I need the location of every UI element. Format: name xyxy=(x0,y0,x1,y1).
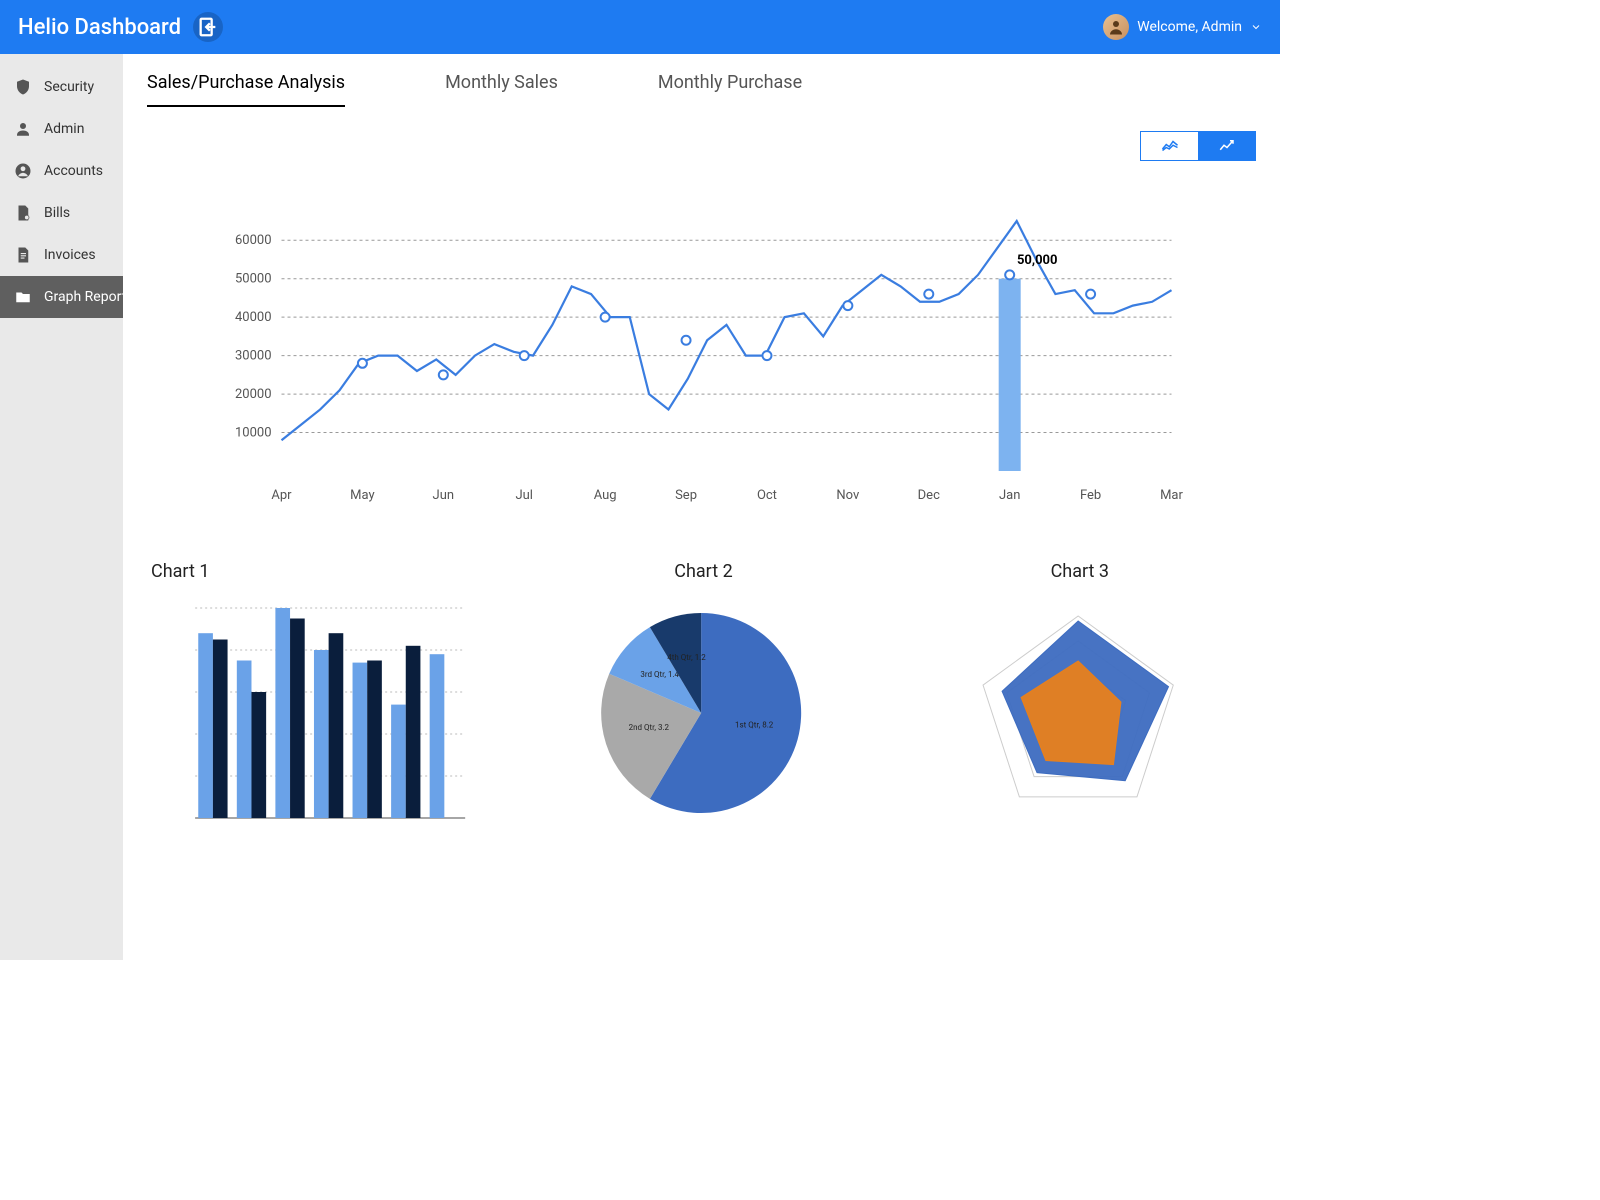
svg-text:Jun: Jun xyxy=(433,488,455,503)
sidebar-item-label: Admin xyxy=(44,121,84,137)
chart-1: Chart 1 xyxy=(147,561,503,832)
chart-3: Chart 3 xyxy=(900,561,1256,832)
account-icon xyxy=(14,162,32,180)
tabs: Sales/Purchase Analysis Monthly Sales Mo… xyxy=(147,72,1256,107)
shield-icon xyxy=(14,78,32,96)
sidebar-item-security[interactable]: Security xyxy=(0,66,123,108)
svg-text:60000: 60000 xyxy=(235,233,272,248)
svg-text:50000: 50000 xyxy=(235,272,272,287)
welcome-text: Welcome, Admin xyxy=(1137,19,1242,35)
sidebar-item-label: Invoices xyxy=(44,247,96,263)
svg-text:Apr: Apr xyxy=(271,488,292,503)
svg-text:Jan: Jan xyxy=(999,488,1020,503)
svg-text:3rd Qtr, 1.4: 3rd Qtr, 1.4 xyxy=(641,670,680,679)
highlight-label: 50,000 xyxy=(1017,253,1058,268)
svg-text:10000: 10000 xyxy=(235,426,272,441)
small-charts-row: Chart 1 Chart 2 1st Qtr, 8.2 2nd Qtr, 3.2… xyxy=(147,561,1256,832)
chart-type-toggle xyxy=(1140,131,1256,161)
sidebar-item-graph-report[interactable]: Graph Report xyxy=(0,276,123,318)
svg-text:Aug: Aug xyxy=(594,488,617,503)
avatar xyxy=(1103,14,1129,40)
sidebar-item-admin[interactable]: Admin xyxy=(0,108,123,150)
main-content: Sales/Purchase Analysis Monthly Sales Mo… xyxy=(123,54,1280,960)
sidebar-item-invoices[interactable]: Invoices xyxy=(0,234,123,276)
sidebar-item-label: Accounts xyxy=(44,163,103,179)
logout-icon xyxy=(197,16,219,38)
sidebar: Security Admin Accounts Bills Invoices G… xyxy=(0,54,123,960)
svg-text:Jul: Jul xyxy=(515,488,533,503)
user-menu[interactable]: Welcome, Admin xyxy=(1103,14,1262,40)
folder-icon xyxy=(14,288,32,306)
logout-button[interactable] xyxy=(193,12,223,42)
chevron-down-icon xyxy=(1250,21,1262,33)
svg-text:4th Qtr, 1.2: 4th Qtr, 1.2 xyxy=(668,653,707,662)
svg-text:Nov: Nov xyxy=(836,488,860,503)
trend-icon xyxy=(1218,139,1236,153)
svg-text:Dec: Dec xyxy=(918,488,940,503)
tab-monthly-sales[interactable]: Monthly Sales xyxy=(445,72,558,107)
toggle-multiline[interactable] xyxy=(1140,131,1198,161)
sidebar-item-label: Security xyxy=(44,79,94,95)
multiline-icon xyxy=(1161,139,1179,153)
radar-chart-svg xyxy=(900,598,1256,828)
sidebar-item-accounts[interactable]: Accounts xyxy=(0,150,123,192)
line-chart-svg: 10000 20000 30000 40000 50000 60000 Apr May Jun J… xyxy=(147,211,1256,511)
svg-text:40000: 40000 xyxy=(235,310,272,325)
pie-chart-svg: 1st Qtr, 8.2 2nd Qtr, 3.2 3rd Qtr, 1.4 4th … xyxy=(523,598,879,828)
svg-text:Feb: Feb xyxy=(1080,488,1101,503)
sidebar-item-label: Bills xyxy=(44,205,70,221)
tab-monthly-purchase[interactable]: Monthly Purchase xyxy=(658,72,802,107)
svg-text:20000: 20000 xyxy=(235,387,272,402)
app-title: Helio Dashboard xyxy=(18,15,181,40)
invoice-icon xyxy=(14,246,32,264)
sidebar-item-label: Graph Report xyxy=(44,289,126,305)
chart-3-title: Chart 3 xyxy=(900,561,1256,582)
toggle-trend[interactable] xyxy=(1198,131,1256,161)
header: Helio Dashboard Welcome, Admin xyxy=(0,0,1280,54)
tab-sales-purchase[interactable]: Sales/Purchase Analysis xyxy=(147,72,345,107)
svg-text:Oct: Oct xyxy=(757,488,777,503)
svg-text:Mar: Mar xyxy=(1160,488,1183,503)
bill-icon xyxy=(14,204,32,222)
svg-text:30000: 30000 xyxy=(235,349,272,364)
svg-text:May: May xyxy=(350,488,374,503)
chart-1-title: Chart 1 xyxy=(147,561,503,582)
bar-chart-svg xyxy=(147,598,503,828)
chart-2-title: Chart 2 xyxy=(523,561,879,582)
svg-text:1st Qtr, 8.2: 1st Qtr, 8.2 xyxy=(735,721,774,730)
person-icon xyxy=(14,120,32,138)
sidebar-item-bills[interactable]: Bills xyxy=(0,192,123,234)
chart-2: Chart 2 1st Qtr, 8.2 2nd Qtr, 3.2 3rd Qtr,… xyxy=(523,561,879,832)
svg-text:2nd Qtr, 3.2: 2nd Qtr, 3.2 xyxy=(629,723,670,732)
svg-text:Sep: Sep xyxy=(675,488,697,503)
main-chart: 50,000 10000 20000 30000 40000 50000 60000 Apr… xyxy=(147,211,1256,511)
